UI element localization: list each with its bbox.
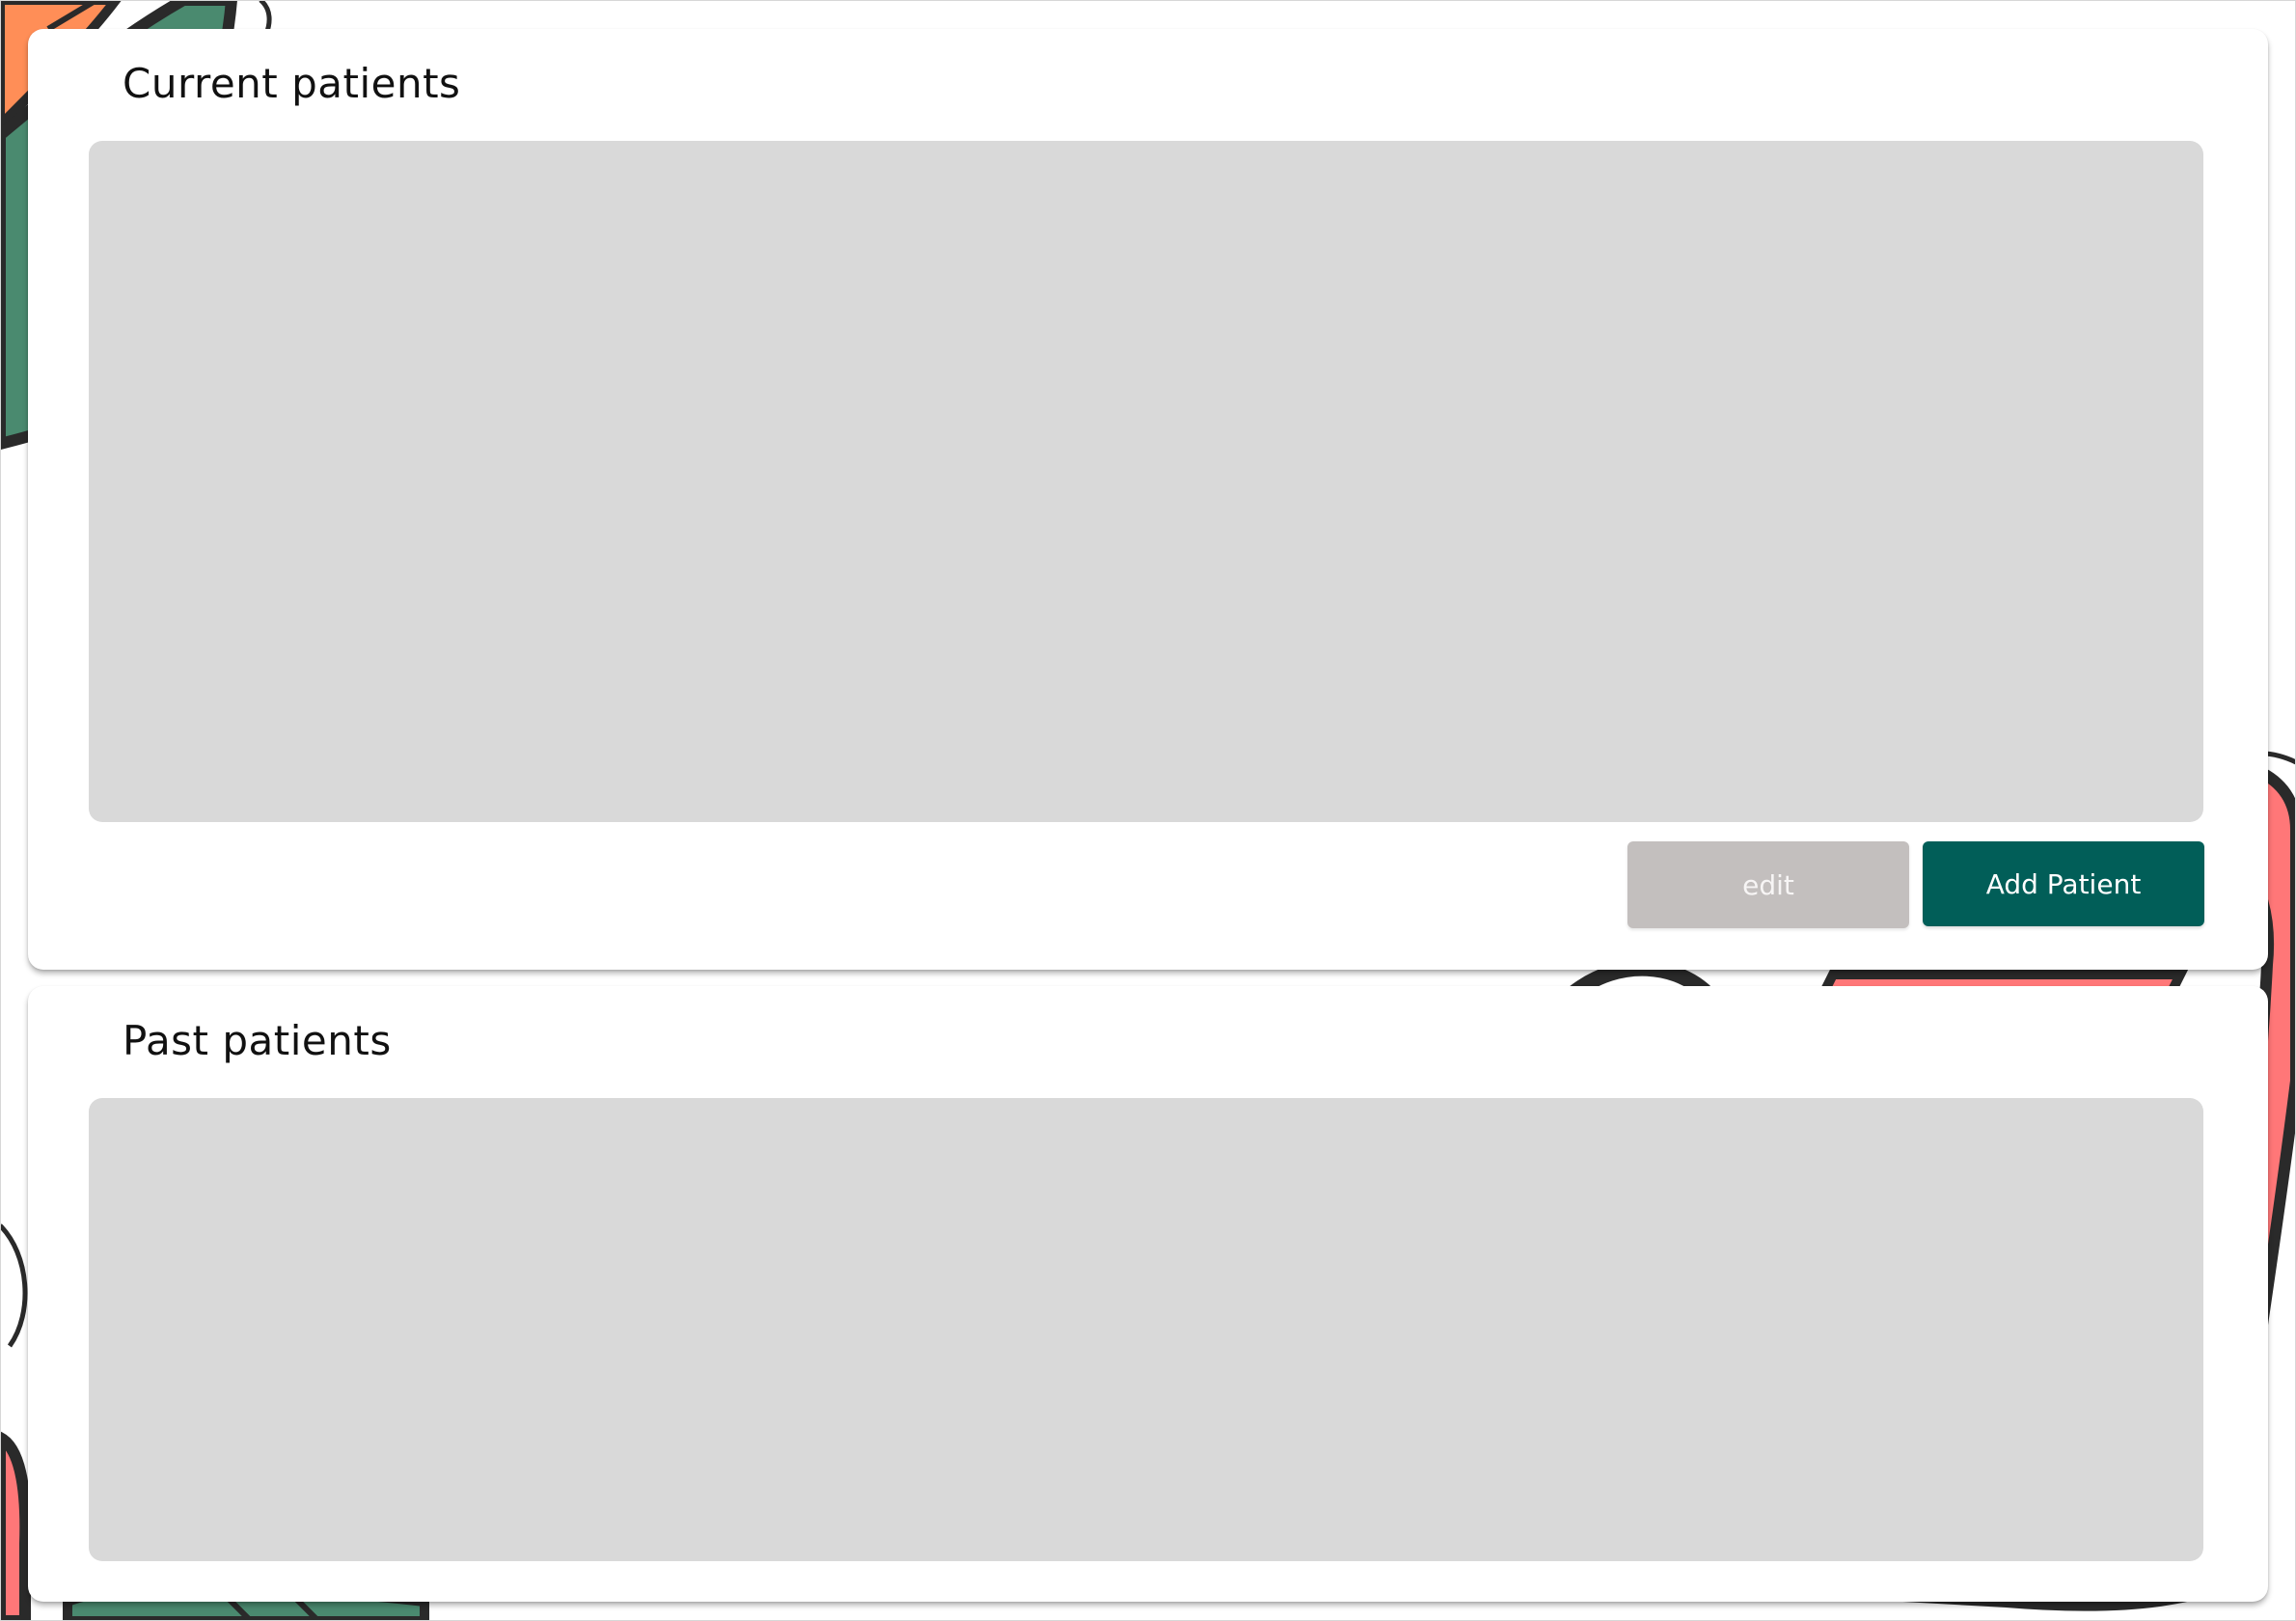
- coral-shape-bottom-left: [0, 1431, 32, 1621]
- past-patients-card: Past patients: [28, 986, 2268, 1602]
- current-patients-list[interactable]: [89, 141, 2203, 822]
- edit-button[interactable]: edit: [1627, 841, 1909, 928]
- curve-line-left: [0, 1223, 28, 1348]
- add-patient-button[interactable]: Add Patient: [1923, 841, 2204, 926]
- current-patients-card: Current patients edit Add Patient: [28, 29, 2268, 970]
- current-patients-title: Current patients: [123, 60, 461, 107]
- past-patients-title: Past patients: [123, 1017, 392, 1064]
- past-patients-list[interactable]: [89, 1098, 2203, 1561]
